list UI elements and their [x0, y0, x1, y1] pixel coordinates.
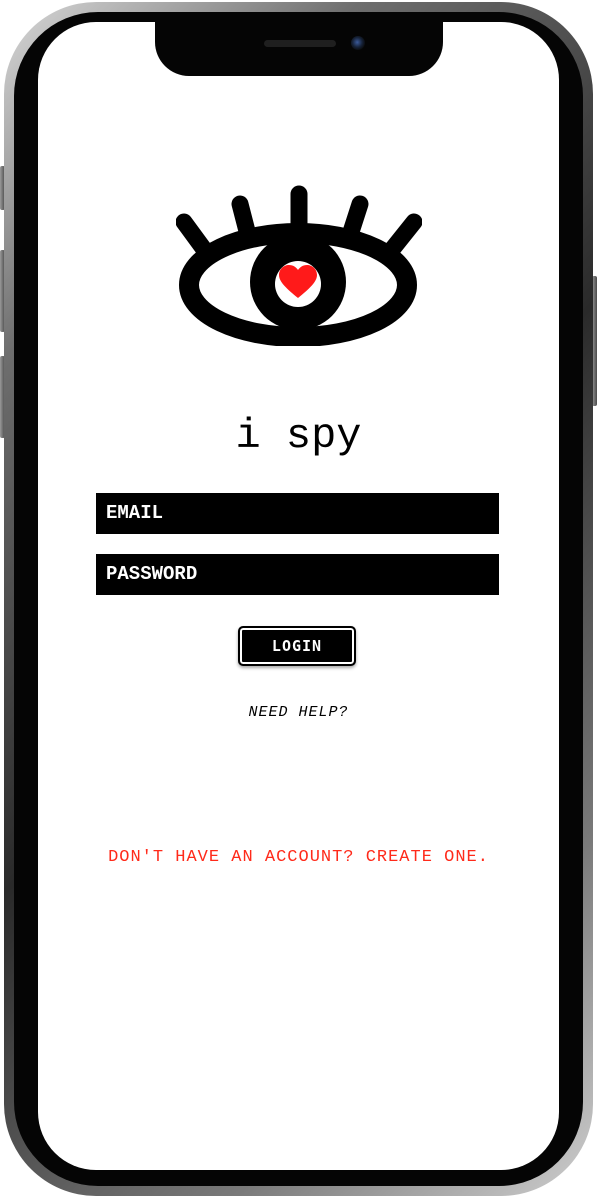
email-field[interactable]	[96, 493, 499, 534]
password-field[interactable]	[96, 554, 499, 595]
login-button[interactable]: LOGIN	[238, 626, 356, 666]
app-title: i spy	[235, 412, 362, 460]
front-camera-icon	[351, 36, 365, 50]
notch	[155, 22, 443, 76]
speaker-grille	[264, 40, 336, 47]
need-help-link[interactable]: NEED HELP?	[38, 704, 559, 721]
phone-device: i spy LOGIN NEED HELP? DON'T HAVE AN ACC…	[0, 0, 597, 1200]
create-account-link[interactable]: DON'T HAVE AN ACCOUNT? CREATE ONE.	[38, 848, 559, 867]
app-screen: i spy LOGIN NEED HELP? DON'T HAVE AN ACC…	[38, 22, 559, 1170]
eye-with-heart-icon	[176, 185, 422, 346]
